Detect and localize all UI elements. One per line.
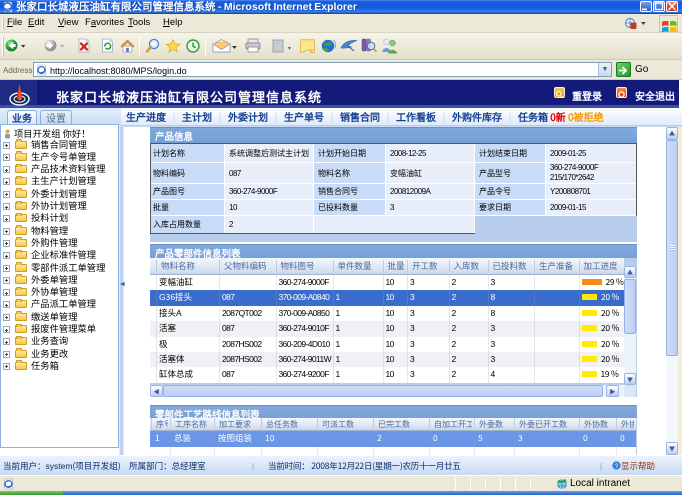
svg-text:?: ?	[615, 463, 619, 470]
